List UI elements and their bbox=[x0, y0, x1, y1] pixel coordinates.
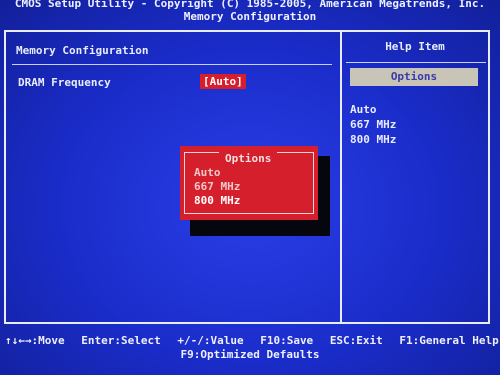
section-divider bbox=[12, 64, 332, 65]
key-value: +/-/:Value bbox=[177, 334, 244, 347]
help-option: 800 MHz bbox=[350, 133, 397, 146]
popup-title: Options bbox=[219, 152, 278, 165]
key-select: Enter:Select bbox=[81, 334, 161, 347]
help-options-list: Auto 667 MHz 800 MHz bbox=[350, 102, 396, 147]
popup-option-auto[interactable]: Auto bbox=[194, 166, 221, 179]
help-option: Auto bbox=[350, 103, 377, 116]
panel-divider bbox=[340, 32, 342, 322]
key-move: ↑↓←→:Move bbox=[5, 334, 65, 347]
dram-frequency-value[interactable]: [Auto] bbox=[200, 74, 246, 89]
key-help: F1:General Help bbox=[399, 334, 499, 347]
bios-screen: CMOS Setup Utility - Copyright (C) 1985-… bbox=[0, 0, 500, 375]
key-legend: ↑↓←→:Move Enter:Select +/-/:Value F10:Sa… bbox=[0, 330, 500, 364]
options-popup[interactable]: Options Auto 667 MHz 800 MHz bbox=[180, 146, 318, 220]
popup-option-800-selected[interactable]: 800 MHz bbox=[194, 194, 240, 207]
key-defaults: F9:Optimized Defaults bbox=[180, 348, 320, 361]
screen-title: Memory Configuration bbox=[183, 10, 317, 23]
key-save: F10:Save bbox=[260, 334, 314, 347]
help-divider bbox=[346, 62, 486, 63]
help-panel-title: Help Item bbox=[385, 40, 445, 53]
help-options-header: Options bbox=[350, 68, 478, 86]
title-bar: CMOS Setup Utility - Copyright (C) 1985-… bbox=[0, 0, 500, 28]
key-exit: ESC:Exit bbox=[329, 334, 383, 347]
popup-option-667[interactable]: 667 MHz bbox=[194, 180, 240, 193]
help-option: 667 MHz bbox=[350, 118, 397, 131]
dram-frequency-label[interactable]: DRAM Frequency bbox=[18, 76, 111, 89]
section-title: Memory Configuration bbox=[16, 44, 149, 57]
copyright-text: CMOS Setup Utility - Copyright (C) 1985-… bbox=[14, 0, 486, 10]
